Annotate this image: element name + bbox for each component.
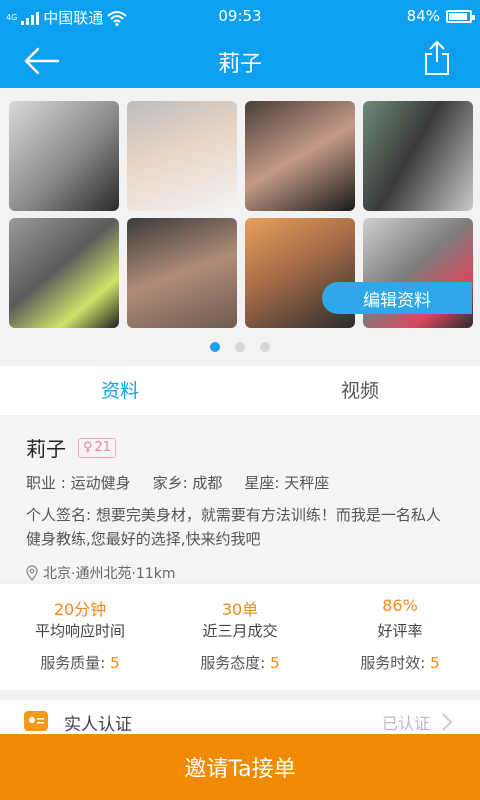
- gallery-photo[interactable]: [363, 101, 473, 211]
- stat-positive-rate: 86% 好评率 服务时效: 5: [320, 584, 480, 690]
- photo-gallery: 编辑资料: [0, 88, 480, 364]
- info-row: 职业 : 运动健身 家乡: 成都 星座: 天秤座: [26, 472, 454, 493]
- rating-value: 5: [430, 654, 440, 672]
- edit-profile-button[interactable]: 编辑资料: [322, 282, 472, 314]
- location-text: 北京·通州北苑·11km: [43, 566, 176, 582]
- hometown: 家乡: 成都: [152, 474, 223, 492]
- battery-icon: [446, 9, 475, 23]
- gallery-photo[interactable]: [127, 218, 237, 328]
- tab-profile[interactable]: 资料: [0, 366, 240, 415]
- verification-label: 实人认证: [64, 715, 132, 735]
- gallery-photo[interactable]: [9, 218, 119, 328]
- rating-label: 服务态度:: [200, 654, 266, 672]
- share-icon[interactable]: [424, 40, 450, 76]
- stat-label: 平均响应时间: [34, 622, 125, 640]
- profile-section: 莉子 ♀ 21 职业 : 运动健身 家乡: 成都 星座: 天秤座 个人签名: 想…: [0, 417, 480, 583]
- gallery-photo[interactable]: [9, 101, 119, 211]
- pager-dot[interactable]: [260, 342, 270, 352]
- rating-value: 5: [270, 654, 280, 672]
- gender-age-badge: ♀ 21: [78, 437, 117, 458]
- user-name: 莉子: [26, 437, 66, 461]
- status-bar: 4G 中国联通 09:53 84%: [0, 0, 480, 34]
- profile-tabs: 资料 视频: [0, 366, 480, 416]
- stat-rating: 服务质量: 5: [0, 652, 160, 673]
- verification-status: 已认证: [381, 714, 430, 733]
- stat-value: 20分钟: [53, 600, 107, 619]
- bio: 个人签名: 想要完美身材，就需要有方法训练！而我是一名私人健身教练,您最好的选择…: [26, 506, 441, 548]
- gallery-photo[interactable]: [127, 101, 237, 211]
- battery-percent: 84%: [406, 7, 440, 25]
- gallery-pager: [0, 342, 480, 352]
- stats-panel: 20分钟 平均响应时间 服务质量: 5 30单 近三月成交 服务态度: 5 86…: [0, 584, 480, 690]
- zodiac: 星座: 天秤座: [244, 474, 330, 492]
- rating-label: 服务质量:: [40, 654, 106, 672]
- female-icon: ♀: [83, 439, 93, 455]
- location-pin-icon: [26, 565, 38, 581]
- gallery-photo[interactable]: [245, 101, 355, 211]
- nav-bar: 莉子: [0, 34, 480, 88]
- tab-video[interactable]: 视频: [240, 366, 480, 415]
- stat-value: 86%: [382, 596, 418, 615]
- stat-label: 近三月成交: [202, 622, 278, 640]
- chevron-right-icon: [442, 713, 453, 731]
- stat-label: 好评率: [377, 622, 423, 640]
- pager-dot[interactable]: [235, 342, 245, 352]
- stat-value: 30单: [221, 600, 259, 619]
- occupation: 职业 : 运动健身: [26, 474, 131, 492]
- rating-value: 5: [110, 654, 120, 672]
- stat-rating: 服务时效: 5: [320, 652, 480, 673]
- pager-dot[interactable]: [210, 342, 220, 352]
- stat-recent-orders: 30单 近三月成交 服务态度: 5: [160, 584, 320, 690]
- id-card-icon: [24, 711, 48, 731]
- location-row: 北京·通州北苑·11km: [26, 563, 454, 583]
- age-label: 21: [94, 439, 112, 455]
- invite-order-button[interactable]: 邀请Ta接单: [0, 734, 480, 800]
- stat-rating: 服务态度: 5: [160, 652, 320, 673]
- status-right: 84%: [406, 7, 475, 25]
- name-row: 莉子 ♀ 21: [26, 433, 454, 462]
- page-title: 莉子: [217, 52, 262, 77]
- rating-label: 服务时效:: [360, 654, 426, 672]
- stat-response-time: 20分钟 平均响应时间 服务质量: 5: [0, 584, 160, 690]
